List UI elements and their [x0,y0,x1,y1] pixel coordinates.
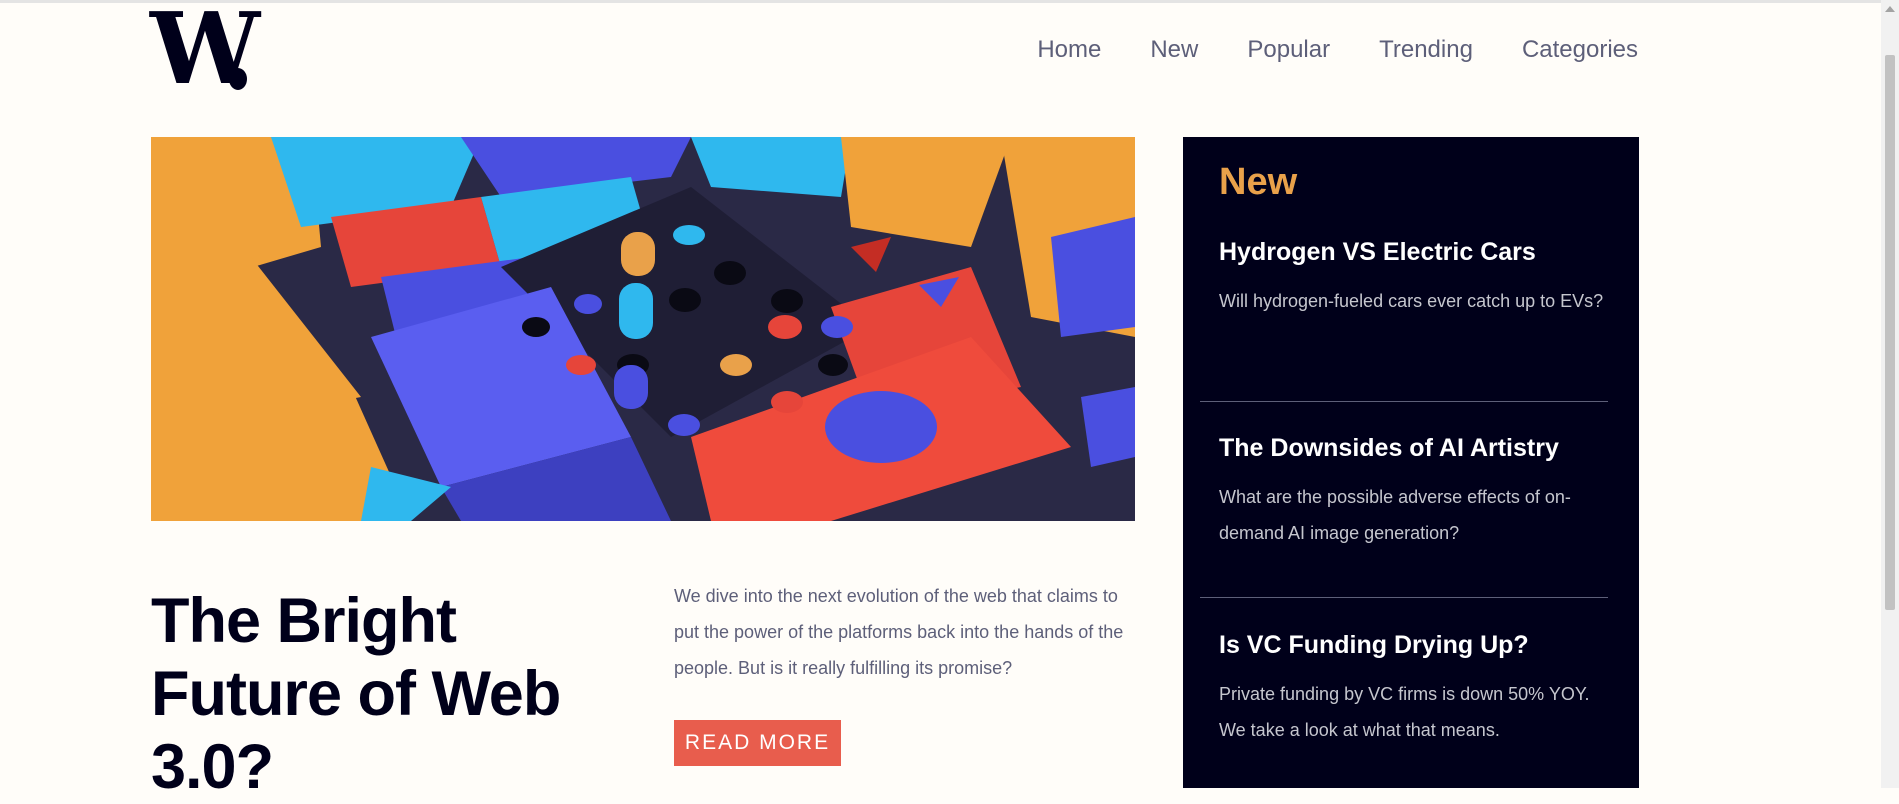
hero-headline: The Bright Future of Web 3.0? [151,586,561,802]
nav-trending[interactable]: Trending [1379,34,1473,66]
news-item: Hydrogen VS Electric Cars Will hydrogen-… [1219,236,1609,319]
nav-categories[interactable]: Categories [1522,34,1638,66]
site-logo[interactable]: W [150,1,260,99]
logo-dot [229,68,247,90]
vertical-scrollbar[interactable] [1881,0,1899,788]
main-nav: Home New Popular Trending Categories [1037,34,1638,66]
news-item: The Downsides of AI Artistry What are th… [1219,432,1609,551]
hero-illustration [151,137,1135,521]
hero-image [151,137,1135,521]
scrollbar-thumb[interactable] [1885,55,1895,610]
new-articles-panel: New Hydrogen VS Electric Cars Will hydro… [1183,137,1639,788]
nav-home[interactable]: Home [1037,34,1101,66]
hero-intro: We dive into the next evolution of the w… [674,586,1124,678]
browser-top-border [0,0,1899,3]
news-item-title[interactable]: Is VC Funding Drying Up? [1219,629,1609,661]
read-more-button[interactable]: READ MORE [674,720,841,766]
news-item: Is VC Funding Drying Up? Private funding… [1219,629,1609,748]
news-item-description: Will hydrogen-fueled cars ever catch up … [1219,291,1604,311]
news-item-title[interactable]: The Downsides of AI Artistry [1219,432,1609,464]
news-item-title[interactable]: Hydrogen VS Electric Cars [1219,236,1609,268]
news-item-description: What are the possible adverse effects of… [1219,487,1571,543]
new-panel-title: New [1219,161,1298,203]
scroll-up-arrow-icon[interactable] [1885,6,1895,12]
news-divider [1200,597,1608,598]
news-item-description: Private funding by VC firms is down 50% … [1219,684,1590,740]
logo-letter: W [150,0,260,107]
news-divider [1200,401,1608,402]
nav-new[interactable]: New [1150,34,1198,66]
nav-popular[interactable]: Popular [1247,34,1330,66]
